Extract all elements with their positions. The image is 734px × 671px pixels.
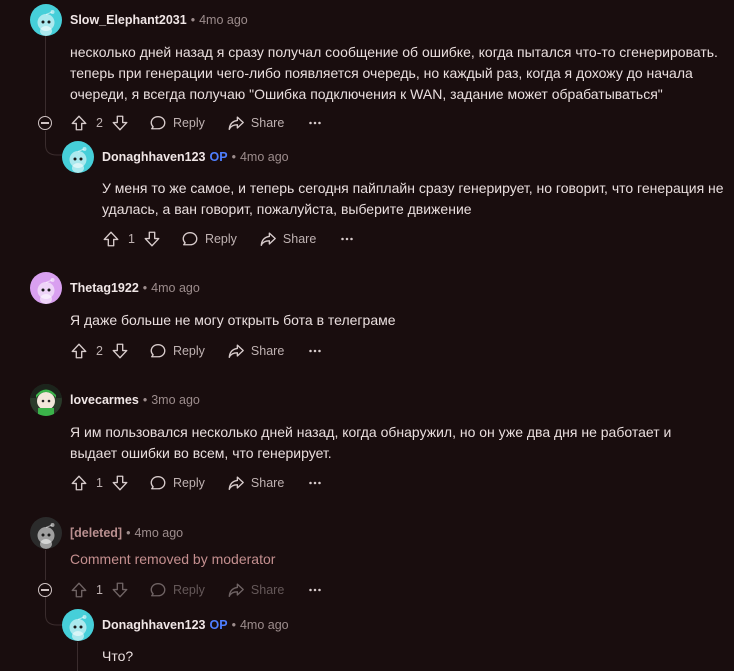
more-options-button[interactable] <box>306 342 324 360</box>
thread-rail <box>77 642 78 671</box>
downvote-button <box>111 581 129 599</box>
downvote-button[interactable] <box>111 342 129 360</box>
speech-bubble-icon <box>149 342 167 360</box>
speech-bubble-icon <box>149 474 167 492</box>
username-link[interactable]: Slow_Elephant2031 <box>70 13 187 27</box>
comment-actions: 1 Reply Share <box>70 472 324 494</box>
snoo-avatar-icon[interactable] <box>62 141 94 173</box>
share-arrow-icon <box>227 474 245 492</box>
collapse-minus-icon[interactable] <box>38 583 52 597</box>
username-deleted: [deleted] <box>70 526 123 540</box>
separator-dot: • <box>142 393 148 407</box>
timestamp[interactable]: 4mo ago <box>240 618 289 632</box>
comment-actions: 1 Reply Share <box>70 579 324 601</box>
username-link[interactable]: Donaghhaven123 <box>102 150 206 164</box>
timestamp[interactable]: 3mo ago <box>151 393 200 407</box>
comment-meta: [deleted] • 4mo ago <box>70 525 183 541</box>
upvote-button[interactable] <box>70 114 88 132</box>
comment-actions: 1 Reply Share <box>102 228 356 250</box>
separator-dot: • <box>126 526 131 540</box>
downvote-button[interactable] <box>111 114 129 132</box>
comment-meta: Slow_Elephant2031 • 4mo ago <box>70 12 248 28</box>
snoo-avatar-icon[interactable] <box>62 609 94 641</box>
separator-dot: • <box>190 13 196 27</box>
share-arrow-icon <box>227 581 245 599</box>
downvote-button[interactable] <box>143 230 161 248</box>
separator-dot: • <box>231 618 236 632</box>
username-link[interactable]: Thetag1922 <box>70 281 139 295</box>
share-button[interactable]: Share <box>227 342 284 360</box>
comment-actions: 2 Reply Share <box>70 112 324 134</box>
comment-meta: Donaghhaven123 OP • 4mo ago <box>102 149 289 165</box>
vote-score: 2 <box>96 116 103 130</box>
timestamp[interactable]: 4mo ago <box>240 150 289 164</box>
share-arrow-icon <box>227 114 245 132</box>
speech-bubble-icon <box>149 114 167 132</box>
username-link[interactable]: lovecarmes <box>70 393 139 407</box>
removed-notice: Comment removed by moderator <box>70 551 276 567</box>
separator-dot: • <box>231 150 236 164</box>
reply-button[interactable]: Reply <box>181 230 237 248</box>
vote-score: 1 <box>96 583 103 597</box>
reply-button[interactable]: Reply <box>149 114 205 132</box>
speech-bubble-icon <box>181 230 199 248</box>
comment-actions: 2 Reply Share <box>70 340 324 362</box>
snoo-avatar-icon[interactable] <box>30 272 62 304</box>
share-button: Share <box>227 581 284 599</box>
upvote-button[interactable] <box>70 474 88 492</box>
reply-button: Reply <box>149 581 205 599</box>
comment-body: У меня то же самое, и теперь сегодня пай… <box>102 180 724 217</box>
timestamp[interactable]: 4mo ago <box>151 281 200 295</box>
comment-body: Я даже больше не могу открыть бота в тел… <box>70 312 396 328</box>
share-arrow-icon <box>259 230 277 248</box>
ellipsis-icon <box>338 230 356 248</box>
op-badge: OP <box>209 150 228 164</box>
vote-score: 1 <box>96 476 103 490</box>
reply-button[interactable]: Reply <box>149 342 205 360</box>
timestamp[interactable]: 4mo ago <box>199 13 248 27</box>
more-options-button[interactable] <box>306 474 324 492</box>
comment-meta: Thetag1922 • 4mo ago <box>70 280 200 296</box>
op-badge: OP <box>209 618 228 632</box>
user-avatar[interactable] <box>30 384 62 416</box>
timestamp[interactable]: 4mo ago <box>134 526 183 540</box>
more-options-button[interactable] <box>306 114 324 132</box>
comment-meta: lovecarmes • 3mo ago <box>70 392 200 408</box>
comment-meta: Donaghhaven123 OP • 4mo ago <box>102 617 289 633</box>
snoo-avatar-icon[interactable] <box>30 4 62 36</box>
username-link[interactable]: Donaghhaven123 <box>102 618 206 632</box>
reply-button[interactable]: Reply <box>149 474 205 492</box>
comment-body: Что? <box>102 648 134 664</box>
comment-body: Я им пользовался несколько дней назад, к… <box>70 424 672 461</box>
more-options-button[interactable] <box>306 581 324 599</box>
upvote-button[interactable] <box>102 230 120 248</box>
ellipsis-icon <box>306 581 324 599</box>
snoo-avatar-icon <box>30 517 62 549</box>
upvote-button[interactable] <box>70 342 88 360</box>
ellipsis-icon <box>306 474 324 492</box>
thread-rail <box>45 550 46 580</box>
vote-score: 2 <box>96 344 103 358</box>
share-button[interactable]: Share <box>227 474 284 492</box>
downvote-button[interactable] <box>111 474 129 492</box>
collapse-minus-icon[interactable] <box>38 116 52 130</box>
speech-bubble-icon <box>149 581 167 599</box>
ellipsis-icon <box>306 114 324 132</box>
more-options-button[interactable] <box>338 230 356 248</box>
share-arrow-icon <box>227 342 245 360</box>
vote-score: 1 <box>128 232 135 246</box>
share-button[interactable]: Share <box>227 114 284 132</box>
ellipsis-icon <box>306 342 324 360</box>
share-button[interactable]: Share <box>259 230 316 248</box>
comment-body: несколько дней назад я сразу получал соо… <box>70 44 718 102</box>
separator-dot: • <box>142 281 148 295</box>
thread-rail <box>45 36 46 116</box>
